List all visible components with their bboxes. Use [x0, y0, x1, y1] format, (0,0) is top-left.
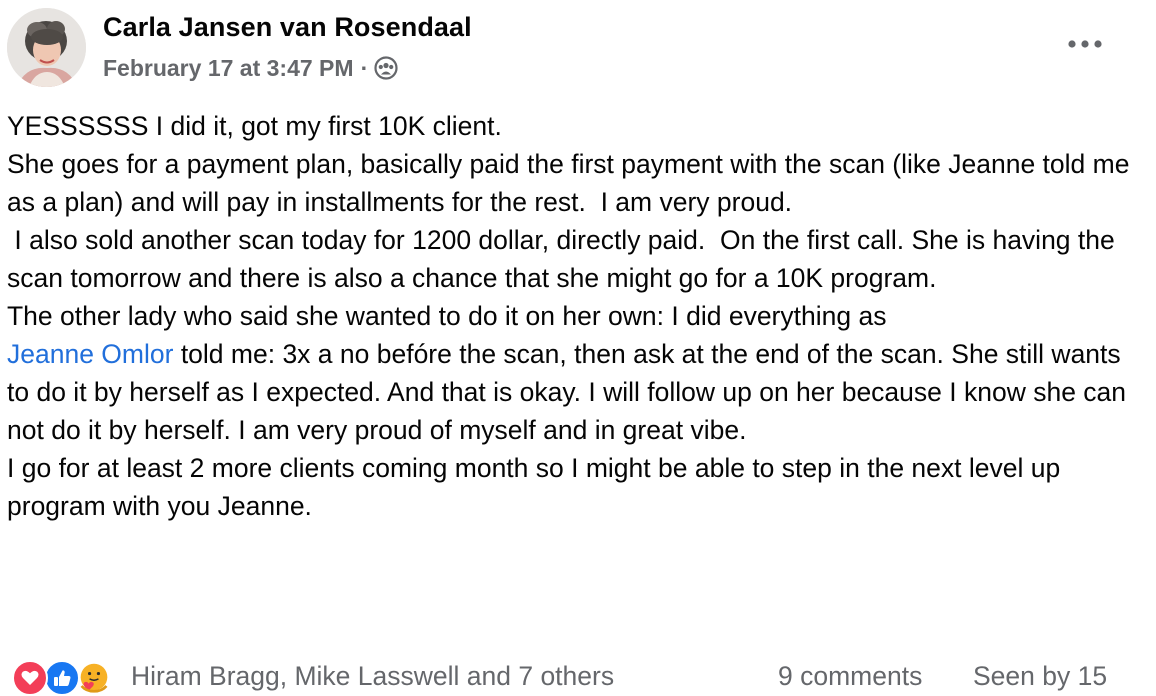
more-options-icon: [1068, 40, 1102, 48]
more-options-button[interactable]: [1060, 28, 1110, 60]
post-text: YESSSSSS I did it, got my first 10K clie…: [7, 107, 1147, 525]
comments-count[interactable]: 9 comments: [778, 661, 922, 692]
post-paragraph: I go for at least 2 more clients coming …: [7, 453, 1068, 521]
post-footer: Hiram Bragg, Mike Lasswell and 7 others …: [0, 656, 1156, 696]
post-paragraph-with-mention: Jeanne Omlor told me: 3x a no befóre the…: [7, 335, 1147, 449]
post-paragraph: The other lady who said she wanted to do…: [7, 301, 887, 331]
post-timestamp[interactable]: February 17 at 3:47 PM: [103, 55, 354, 82]
mention-link[interactable]: Jeanne Omlor: [7, 339, 173, 369]
like-icon: [44, 660, 80, 696]
post-paragraph: YESSSSSS I did it, got my first 10K clie…: [7, 111, 502, 141]
post-meta: February 17 at 3:47 PM ·: [103, 54, 398, 82]
group-icon[interactable]: [374, 56, 398, 80]
seen-count[interactable]: Seen by 15: [973, 661, 1107, 692]
avatar-photo: [7, 8, 86, 87]
care-icon: [76, 660, 112, 696]
reaction-summary[interactable]: [12, 660, 122, 696]
author-name[interactable]: Carla Jansen van Rosendaal: [103, 12, 472, 43]
post-header: Carla Jansen van Rosendaal February 17 a…: [0, 0, 1156, 100]
meta-separator: ·: [360, 54, 369, 81]
mention-followup-text: told me: 3x a no befóre the scan, then a…: [7, 339, 1134, 445]
post-paragraph: She goes for a payment plan, basically p…: [7, 149, 1137, 217]
love-icon: [12, 660, 48, 696]
reactors-summary[interactable]: Hiram Bragg, Mike Lasswell and 7 others: [131, 661, 614, 692]
avatar[interactable]: [7, 8, 86, 87]
post-paragraph: I also sold another scan today for 1200 …: [7, 225, 1123, 293]
